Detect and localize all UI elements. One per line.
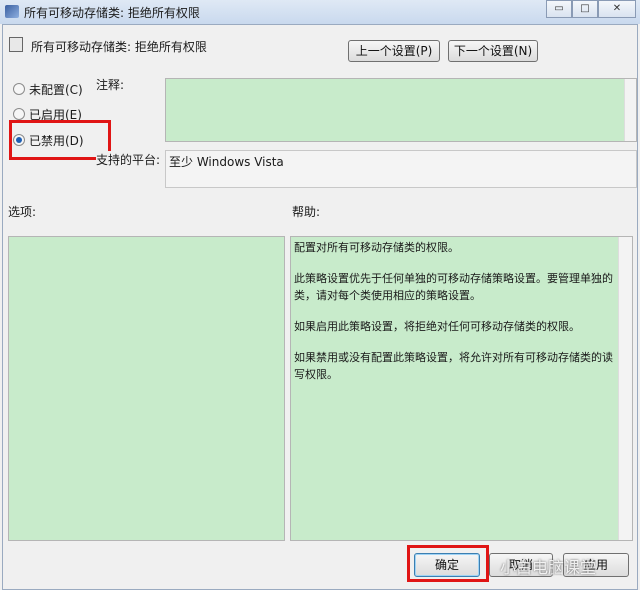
platform-field: 至少 Windows Vista	[165, 150, 637, 188]
minimize-button[interactable]: ▭	[546, 0, 572, 18]
highlight-ok	[407, 545, 489, 582]
prev-setting-button[interactable]: 上一个设置(P)	[348, 40, 440, 62]
close-button[interactable]: ✕	[598, 0, 636, 18]
help-panel: 配置对所有可移动存储类的权限。 此策略设置优先于任何单独的可移动存储策略设置。要…	[290, 236, 633, 541]
app-icon	[5, 5, 19, 18]
maximize-button[interactable]: □	[572, 0, 598, 18]
platform-value: 至少 Windows Vista	[169, 155, 284, 169]
help-paragraph: 配置对所有可移动存储类的权限。	[294, 241, 459, 254]
radio-not-configured-label[interactable]: 未配置(C)	[29, 81, 83, 98]
comment-textarea[interactable]	[165, 78, 637, 142]
next-setting-button[interactable]: 下一个设置(N)	[448, 40, 538, 62]
options-panel	[8, 236, 285, 541]
policy-icon	[9, 37, 23, 52]
title-bar: 所有可移动存储类: 拒绝所有权限 ▭ □ ✕	[0, 0, 640, 24]
help-paragraph: 此策略设置优先于任何单独的可移动存储策略设置。要管理单独的类，请对每个类使用相应…	[294, 272, 613, 302]
policy-title: 所有可移动存储类: 拒绝所有权限	[31, 40, 207, 54]
radio-enabled[interactable]	[13, 108, 25, 120]
help-paragraph: 如果禁用或没有配置此策略设置，将允许对所有可移动存储类的读写权限。	[294, 351, 613, 381]
platform-label: 支持的平台:	[96, 151, 161, 168]
radio-not-configured[interactable]	[13, 83, 25, 95]
window-title: 所有可移动存储类: 拒绝所有权限	[24, 6, 200, 20]
comment-label: 注释:	[96, 78, 125, 92]
help-label: 帮助:	[292, 205, 321, 219]
options-label: 选项:	[8, 205, 37, 219]
watermark: 小白电脑课堂	[500, 558, 597, 577]
comment-scrollbar[interactable]	[624, 79, 636, 141]
help-scrollbar[interactable]	[618, 237, 632, 540]
help-paragraph: 如果启用此策略设置，将拒绝对任何可移动存储类的权限。	[294, 320, 580, 333]
